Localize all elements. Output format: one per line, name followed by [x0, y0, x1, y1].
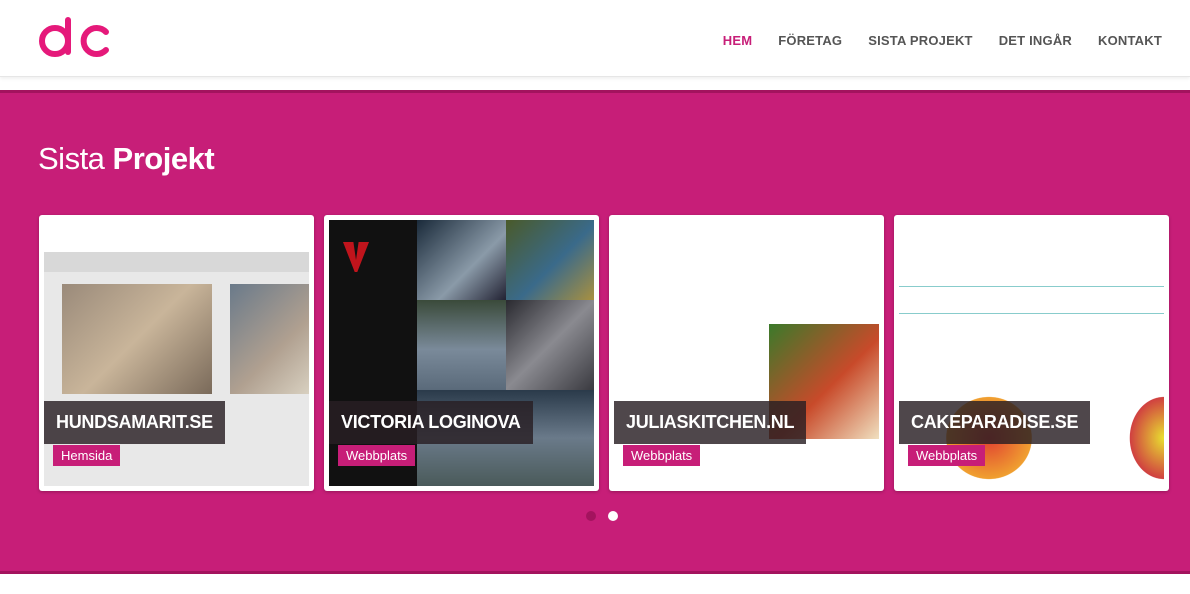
photo-tile — [506, 300, 594, 390]
section-title: Sista Projekt — [38, 141, 215, 177]
nav-sista-projekt[interactable]: SISTA PROJEKT — [868, 33, 972, 48]
project-name: CAKEPARADISE.SE — [899, 401, 1091, 444]
v-logo-icon — [343, 242, 369, 272]
project-card-juliaskitchen[interactable]: JULIASKITCHEN.NL Webbplats — [609, 215, 884, 491]
photo-tile — [506, 220, 594, 300]
project-caption: JULIASKITCHEN.NL Webbplats — [614, 401, 807, 466]
project-card-victoria-loginova[interactable]: VICTORIA LOGINOVA Webbplats — [324, 215, 599, 491]
project-caption: HUNDSAMARIT.SE Hemsida — [44, 401, 225, 466]
shot-nav — [899, 286, 1164, 314]
carousel-pagination — [586, 511, 618, 521]
project-caption: CAKEPARADISE.SE Webbplats — [899, 401, 1091, 466]
section-title-light: Sista — [38, 141, 105, 176]
project-name: VICTORIA LOGINOVA — [329, 401, 533, 444]
projects-section: Sista Projekt HUNDSAMARIT.SE Hemsida VIC… — [0, 90, 1190, 574]
cake-photo-2 — [1124, 390, 1164, 486]
project-name: JULIASKITCHEN.NL — [614, 401, 807, 444]
photo-tile — [417, 300, 506, 390]
project-card-cakeparadise[interactable]: CAKEPARADISE.SE Webbplats — [894, 215, 1169, 491]
photo-tile — [417, 220, 506, 300]
nav-hem[interactable]: HEM — [723, 33, 753, 48]
shot-banner — [44, 252, 309, 272]
dog-photo-2 — [230, 284, 309, 394]
nav-foretag[interactable]: FÖRETAG — [778, 33, 842, 48]
site-header: HEM FÖRETAG SISTA PROJEKT DET INGÅR KONT… — [0, 0, 1190, 77]
section-title-bold: Projekt — [112, 141, 215, 176]
dog-photo-1 — [62, 284, 212, 394]
project-caption: VICTORIA LOGINOVA Webbplats — [329, 401, 533, 466]
dc-logo[interactable] — [38, 16, 112, 58]
project-tag: Webbplats — [338, 445, 416, 466]
carousel-dot-2[interactable] — [608, 511, 618, 521]
carousel-dot-1[interactable] — [586, 511, 596, 521]
shot-header — [44, 220, 309, 253]
nav-det-ingar[interactable]: DET INGÅR — [999, 33, 1072, 48]
main-nav: HEM FÖRETAG SISTA PROJEKT DET INGÅR KONT… — [723, 33, 1162, 48]
nav-kontakt[interactable]: KONTAKT — [1098, 33, 1162, 48]
project-tag: Webbplats — [623, 445, 701, 466]
project-tag: Hemsida — [53, 445, 121, 466]
project-tag: Webbplats — [908, 445, 986, 466]
project-name: HUNDSAMARIT.SE — [44, 401, 225, 444]
project-card-hundsamarit[interactable]: HUNDSAMARIT.SE Hemsida — [39, 215, 314, 491]
